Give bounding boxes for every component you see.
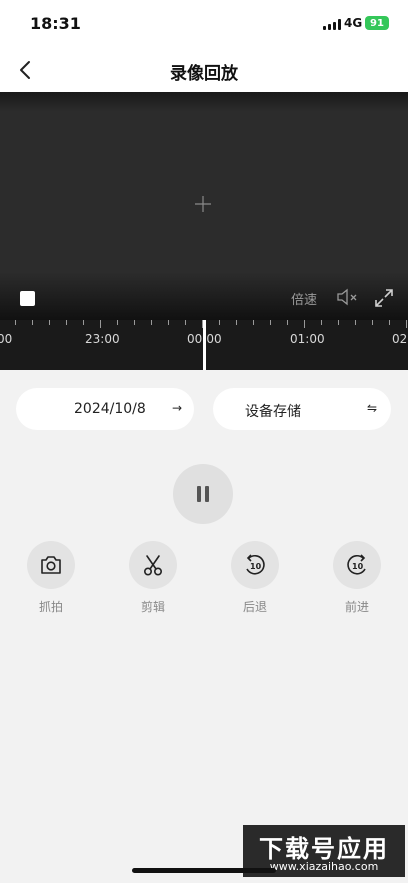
date-value: 2024/10/8 bbox=[74, 401, 146, 417]
speed-button[interactable]: 倍速 bbox=[291, 289, 317, 308]
battery-icon: 91 bbox=[365, 16, 389, 30]
status-time: 18:31 bbox=[30, 14, 81, 33]
arrow-right-icon: → bbox=[172, 401, 183, 415]
storage-value: 设备存储 bbox=[245, 404, 301, 420]
rewind-10s-icon: 10 bbox=[246, 554, 265, 575]
forward-10s-icon: 10 bbox=[347, 554, 366, 575]
fullscreen-icon[interactable] bbox=[374, 288, 394, 308]
pause-icon bbox=[197, 486, 201, 502]
battery-level: 91 bbox=[370, 17, 384, 29]
timeline[interactable]: 00 23:00 00:00 01:00 02 bbox=[0, 320, 408, 370]
home-indicator[interactable] bbox=[132, 868, 276, 873]
scissors-icon bbox=[143, 555, 163, 576]
timeline-tick bbox=[168, 320, 169, 325]
timeline-tick bbox=[185, 320, 186, 325]
clip-button[interactable]: 剪辑 bbox=[129, 541, 177, 615]
clip-label: 剪辑 bbox=[140, 600, 165, 614]
status-bar: 18:31 4G 91 bbox=[0, 0, 408, 48]
forward-label: 前进 bbox=[344, 600, 369, 614]
timeline-tick bbox=[304, 320, 305, 328]
timeline-tick bbox=[338, 320, 339, 325]
timeline-tick bbox=[202, 320, 203, 328]
watermark-title: 下载号应用 bbox=[259, 835, 389, 863]
nav-bar: 录像回放 bbox=[0, 48, 408, 92]
timeline-tick bbox=[32, 320, 33, 325]
player-top-shade bbox=[0, 92, 408, 112]
rewind-label: 后退 bbox=[242, 600, 267, 614]
stop-icon[interactable] bbox=[20, 291, 35, 306]
camera-icon bbox=[41, 556, 61, 574]
timeline-tick bbox=[287, 320, 288, 325]
svg-text:10: 10 bbox=[250, 562, 262, 571]
timeline-tick bbox=[270, 320, 271, 325]
signal-icon bbox=[323, 18, 341, 30]
timeline-tick bbox=[406, 320, 407, 328]
timeline-tick bbox=[219, 320, 220, 325]
storage-selector[interactable]: 设备存储 ⇋ bbox=[213, 388, 391, 430]
timeline-tick bbox=[66, 320, 67, 325]
timeline-label: 00 bbox=[0, 332, 13, 346]
forward-button[interactable]: 10 前进 bbox=[333, 541, 381, 615]
page-title: 录像回放 bbox=[170, 64, 238, 84]
timeline-tick bbox=[151, 320, 152, 325]
swap-icon: ⇋ bbox=[367, 401, 378, 415]
timeline-label: 01:00 bbox=[290, 332, 325, 346]
date-picker[interactable]: 2024/10/8 → bbox=[16, 388, 194, 430]
rewind-button[interactable]: 10 后退 bbox=[231, 541, 279, 615]
timeline-tick bbox=[83, 320, 84, 325]
timeline-tick bbox=[355, 320, 356, 325]
timeline-label: 23:00 bbox=[85, 332, 120, 346]
timeline-tick bbox=[253, 320, 254, 325]
crosshair-icon bbox=[195, 196, 211, 212]
timeline-label: 02 bbox=[392, 332, 408, 346]
mute-icon[interactable] bbox=[336, 288, 360, 306]
timeline-tick bbox=[49, 320, 50, 325]
snapshot-label: 抓拍 bbox=[38, 600, 63, 614]
video-player[interactable]: 倍速 bbox=[0, 92, 408, 320]
svg-text:10: 10 bbox=[352, 562, 364, 571]
timeline-tick bbox=[372, 320, 373, 325]
snapshot-button[interactable]: 抓拍 bbox=[27, 541, 75, 615]
timeline-cursor[interactable] bbox=[203, 320, 206, 370]
timeline-tick bbox=[117, 320, 118, 325]
timeline-tick bbox=[100, 320, 101, 328]
network-type: 4G bbox=[344, 16, 363, 30]
timeline-tick bbox=[15, 320, 16, 325]
timeline-tick bbox=[321, 320, 322, 325]
timeline-tick bbox=[389, 320, 390, 325]
timeline-tick bbox=[134, 320, 135, 325]
timeline-tick bbox=[236, 320, 237, 325]
pause-button[interactable] bbox=[173, 464, 233, 524]
